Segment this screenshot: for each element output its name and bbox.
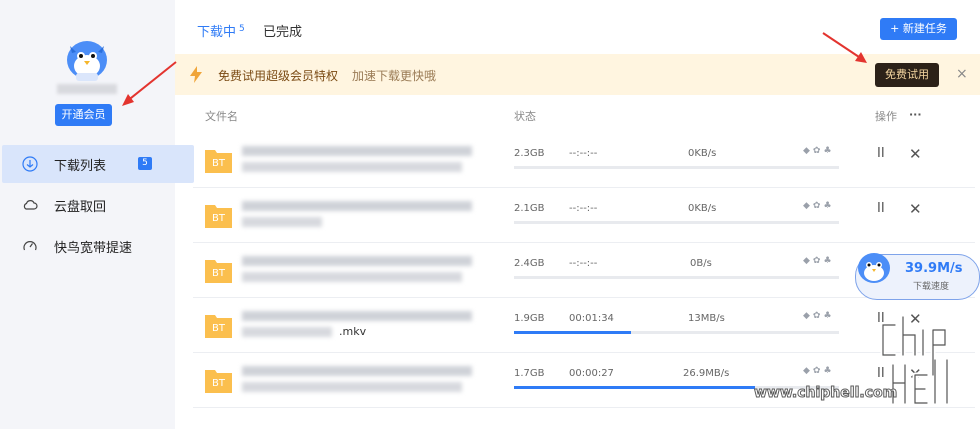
accel-status-icons: ◆✿♣	[803, 366, 835, 376]
watermark-url: www.chiphell.com	[753, 385, 898, 402]
progress-fill	[514, 331, 631, 334]
bird-avatar-icon[interactable]	[62, 36, 112, 82]
download-row[interactable]: BT 2.3GB --:--:-- 0KB/s ◆✿♣ II ✕	[193, 133, 975, 188]
tab-downloading-count: 5	[239, 23, 245, 34]
total-speed-value: 39.9M/s	[905, 261, 963, 276]
sidebar-item-download-list[interactable]: 下载列表 5	[2, 145, 194, 183]
tab-downloading[interactable]: 下载中 5	[197, 23, 245, 40]
bt-label: BT	[212, 213, 225, 224]
total-speed-label: 下载速度	[913, 282, 950, 292]
column-header-actions: 操作	[875, 110, 897, 123]
filename-fragment: .mkv	[339, 325, 367, 338]
remaining-time: --:--:--	[569, 203, 598, 214]
file-size: 2.3GB	[514, 148, 545, 159]
download-speed: 0KB/s	[688, 203, 717, 214]
accel-status-icons: ◆✿♣	[803, 256, 835, 266]
remaining-time: 00:01:34	[569, 313, 614, 324]
filename-redacted	[242, 382, 462, 392]
filename-redacted	[242, 217, 322, 227]
bt-label: BT	[212, 158, 225, 169]
bt-folder-icon: BT	[205, 146, 232, 173]
bt-label: BT	[212, 378, 225, 389]
sidebar-item-label: 快鸟宽带提速	[54, 240, 133, 256]
delete-task-button[interactable]: ✕	[909, 200, 922, 218]
free-trial-button[interactable]: 免费试用	[875, 63, 939, 87]
new-task-button[interactable]: + 新建任务	[880, 18, 957, 40]
filename-redacted	[242, 366, 472, 376]
bt-folder-icon: BT	[205, 366, 232, 393]
progress-bar	[514, 331, 839, 334]
progress-fill	[514, 386, 755, 389]
filename-redacted	[242, 162, 462, 172]
username-redacted	[57, 84, 117, 94]
pause-button[interactable]: II	[877, 146, 885, 161]
filename-redacted	[242, 256, 472, 266]
bt-folder-icon: BT	[205, 256, 232, 283]
download-speed: 0KB/s	[688, 148, 717, 159]
pause-button[interactable]: II	[877, 201, 885, 216]
progress-bar	[514, 221, 839, 224]
filename-redacted	[242, 146, 472, 156]
progress-bar	[514, 276, 839, 279]
bt-label: BT	[212, 323, 225, 334]
download-count-badge: 5	[138, 157, 152, 170]
speedometer-icon	[23, 241, 37, 251]
download-speed: 26.9MB/s	[683, 368, 730, 379]
annotation-arrow-icon	[822, 32, 867, 63]
remaining-time: 00:00:27	[569, 368, 614, 379]
bt-label: BT	[212, 268, 225, 279]
sidebar-item-broadband-boost[interactable]: 快鸟宽带提速	[2, 227, 194, 265]
remaining-time: --:--:--	[569, 148, 598, 159]
more-options-icon[interactable]: ···	[909, 108, 922, 121]
progress-bar	[514, 166, 839, 169]
file-size: 2.4GB	[514, 258, 545, 269]
banner-close-icon[interactable]: ×	[956, 66, 968, 82]
file-size: 1.9GB	[514, 313, 545, 324]
remaining-time: --:--:--	[569, 258, 598, 269]
accel-status-icons: ◆✿♣	[803, 146, 835, 156]
annotation-arrow-icon	[122, 61, 177, 106]
tab-downloading-label: 下载中	[197, 25, 237, 40]
tab-completed[interactable]: 已完成	[263, 21, 302, 40]
sidebar-item-cloud-retrieve[interactable]: 云盘取回	[2, 186, 194, 224]
accel-status-icons: ◆✿♣	[803, 201, 835, 211]
filename-redacted	[242, 201, 472, 211]
download-speed: 13MB/s	[688, 313, 725, 324]
floating-speed-widget[interactable]: 39.9M/s 下载速度	[855, 253, 980, 300]
download-speed: 0B/s	[690, 258, 712, 269]
download-circle-icon	[22, 156, 38, 172]
download-row[interactable]: BT .mkv 1.9GB 00:01:34 13MB/s ◆✿♣ II ✕	[193, 298, 975, 353]
lightning-icon	[190, 66, 202, 83]
accel-status-icons: ◆✿♣	[803, 311, 835, 321]
download-tabs: 下载中 5 已完成	[197, 21, 302, 40]
filename-redacted	[242, 272, 462, 282]
column-header-filename: 文件名	[205, 110, 238, 123]
column-header-status: 状态	[514, 110, 536, 123]
filename-redacted	[242, 327, 332, 337]
download-row[interactable]: BT 2.1GB --:--:-- 0KB/s ◆✿♣ II ✕	[193, 188, 975, 243]
delete-task-button[interactable]: ✕	[909, 145, 922, 163]
bt-folder-icon: BT	[205, 311, 232, 338]
bird-mascot-icon	[858, 253, 890, 283]
file-size: 1.7GB	[514, 368, 545, 379]
banner-subtitle: 加速下载更快哦	[352, 69, 437, 83]
sidebar-item-label: 云盘取回	[54, 199, 107, 215]
file-size: 2.1GB	[514, 203, 545, 214]
sidebar-item-label: 下载列表	[54, 158, 107, 174]
cloud-icon	[23, 200, 38, 210]
open-vip-button[interactable]: 开通会员	[55, 104, 112, 126]
bt-folder-icon: BT	[205, 201, 232, 228]
filename-redacted	[242, 311, 472, 321]
banner-title: 免费试用超级会员特权	[218, 69, 339, 83]
